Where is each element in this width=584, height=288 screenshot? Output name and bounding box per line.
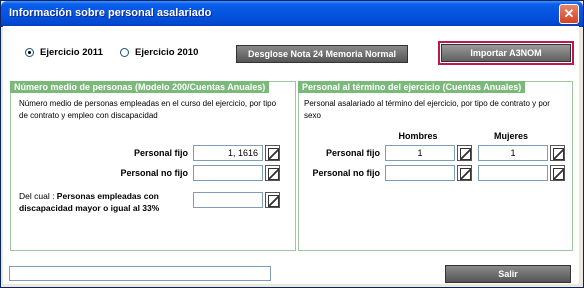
edit-fijo-hombres-icon[interactable] [457,145,472,161]
close-icon: ✕ [563,6,575,21]
status-field [9,266,271,281]
fijo-hombres-input[interactable]: 1 [385,145,455,161]
nofijo-mujeres-input[interactable] [478,165,548,181]
desglose-nota-button[interactable]: Desglose Nota 24 Memoria Normal [236,45,408,63]
personal-no-fijo-label: Personal no fijo [120,168,188,178]
radio-label-2011: Ejercicio 2011 [40,47,103,58]
personal-termino-panel-header: Personal al término del ejercicio (Cuent… [298,81,526,93]
personal-fijo-label: Personal fijo [133,148,188,158]
importar-a3nom-button[interactable]: Importar A3NOM [438,41,574,65]
radio-ejercicio-2010[interactable]: Ejercicio 2010 [120,47,198,58]
edit-personal-no-fijo-icon[interactable] [265,165,280,181]
numero-medio-description: Número medio de personas empleadas en el… [19,99,277,120]
col-hombres-header: Hombres [398,131,438,141]
discapacidad-label-block: Del cual : Personas empleadas con discap… [19,190,191,214]
discapacidad-input[interactable] [193,192,263,208]
personal-fijo-input[interactable]: 1, 1616 [193,145,263,161]
edit-fijo-mujeres-icon[interactable] [550,145,565,161]
salir-button[interactable]: Salir [445,265,571,283]
numero-medio-panel-header: Número medio de personas (Modelo 200/Cue… [10,81,270,93]
radio-checked-icon [25,48,34,57]
title-bar[interactable]: Información sobre personal asalariado ✕ [1,1,583,27]
edit-discapacidad-icon[interactable] [265,192,280,208]
fijo-mujeres-input[interactable]: 1 [478,145,548,161]
radio-ejercicio-2011[interactable]: Ejercicio 2011 [25,47,103,58]
radio-unchecked-icon [120,48,129,57]
window-title: Información sobre personal asalariado [9,7,212,19]
close-button[interactable]: ✕ [559,4,579,24]
personal-termino-description: Personal asalariado al término del ejerc… [304,99,550,120]
term-personal-fijo-label: Personal fijo [325,148,380,158]
edit-nofijo-mujeres-icon[interactable] [550,165,565,181]
edit-nofijo-hombres-icon[interactable] [457,165,472,181]
term-personal-no-fijo-label: Personal no fijo [312,168,380,178]
personal-no-fijo-input[interactable] [193,165,263,181]
nofijo-hombres-input[interactable] [385,165,455,181]
discapacidad-prefix: Del cual : [19,191,57,201]
radio-label-2010: Ejercicio 2010 [135,47,199,58]
col-mujeres-header: Mujeres [493,131,528,141]
edit-personal-fijo-icon[interactable] [265,145,280,161]
